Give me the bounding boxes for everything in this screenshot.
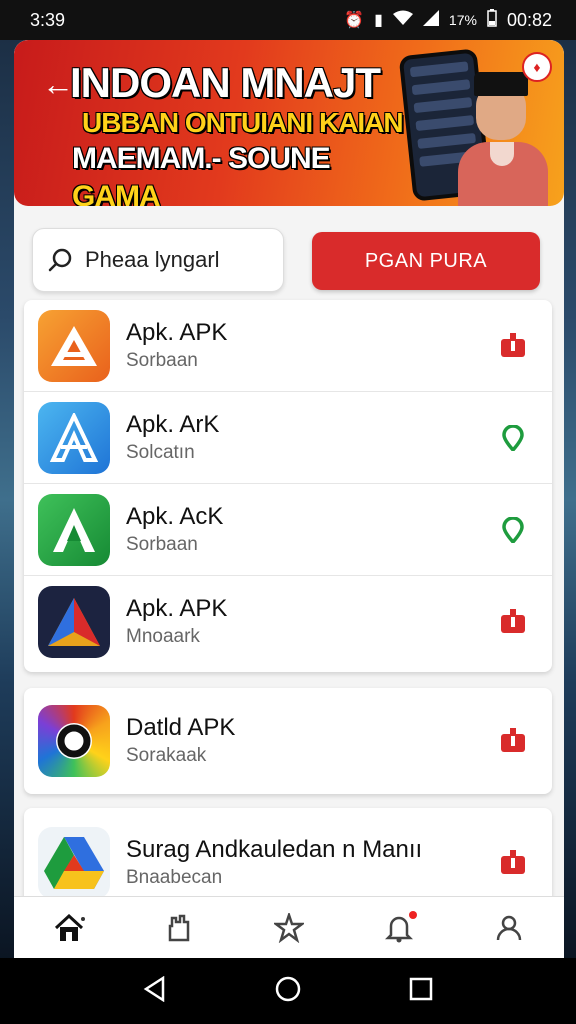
blue-a-logo-icon xyxy=(38,401,110,474)
banner-line-1: INDOAN MNAJT xyxy=(70,59,381,106)
banner-badge-icon[interactable]: ♦ xyxy=(522,52,552,82)
banner-line-3-prefix: MAEMAM.- SOUNE xyxy=(72,142,331,175)
app-title: Apk. APK xyxy=(126,318,228,346)
app-title: Datld APK xyxy=(126,714,236,741)
search-text: Pheaa lyngarl xyxy=(85,247,220,272)
bell-icon[interactable] xyxy=(369,903,429,953)
app-list-card: Datld APK Sorakaak xyxy=(24,688,552,794)
bottom-navigation xyxy=(14,896,564,958)
person-illustration xyxy=(454,64,554,206)
star-icon[interactable] xyxy=(259,903,319,953)
search-icon xyxy=(48,248,72,272)
colorful-ring-logo-icon xyxy=(38,705,110,777)
app-title: Surag Andkauledan n Manıı xyxy=(126,836,423,863)
battery-icon xyxy=(487,8,497,32)
app-title: Apk. APK xyxy=(126,595,228,622)
status-bar: 3:39 ⏰ ▮ 17% 00:82 xyxy=(0,0,576,40)
orange-a-logo-icon xyxy=(38,309,110,382)
status-time: 3:39 xyxy=(30,9,66,30)
drive-logo-icon xyxy=(38,827,110,899)
banner-line-3-highlight: GAMA xyxy=(72,180,161,206)
promo-banner[interactable]: ← INDOAN MNAJT UBBAN ONTUIANI KAIAN MAEM… xyxy=(14,40,564,206)
green-location-icon[interactable] xyxy=(498,515,528,545)
system-navigation-bar xyxy=(0,958,576,1024)
alarm-icon: ⏰ xyxy=(344,12,365,29)
app-panel: ← INDOAN MNAJT UBBAN ONTUIANI KAIAN MAEM… xyxy=(14,40,564,958)
app-subtitle: Solcatın xyxy=(126,441,195,463)
app-title: Apk. ArK xyxy=(126,410,220,438)
recents-square-icon[interactable] xyxy=(409,977,433,1006)
vibrate-icon: ▮ xyxy=(374,12,383,29)
red-download-icon[interactable] xyxy=(498,726,528,756)
app-subtitle: Mnoaark xyxy=(126,626,200,647)
app-title: Apk. AcK xyxy=(126,502,224,530)
list-item[interactable]: Apk. ArK Solcatın xyxy=(24,392,552,484)
red-download-icon[interactable] xyxy=(498,607,528,637)
green-a-logo-icon xyxy=(38,493,110,566)
banner-line-2: UBBAN ONTUIANI KAIAN xyxy=(82,107,404,138)
app-subtitle: Sorakaak xyxy=(126,745,207,766)
app-subtitle: Sorbaan xyxy=(126,349,198,371)
hand-icon[interactable] xyxy=(149,903,209,953)
search-input[interactable]: Pheaa lyngarl xyxy=(32,228,284,292)
banner-headline: INDOAN MNAJT UBBAN ONTUIANI KAIAN MAEMAM… xyxy=(70,59,410,207)
signal-icon xyxy=(422,9,439,31)
app-list-card: Apk. APK Sorbaan Apk. ArK Solcatın Apk. … xyxy=(24,300,552,672)
red-download-icon[interactable] xyxy=(498,848,528,878)
back-triangle-icon[interactable] xyxy=(143,975,167,1007)
green-location-icon[interactable] xyxy=(498,423,528,453)
wifi-icon xyxy=(392,10,413,31)
app-subtitle: Sorbaan xyxy=(126,533,198,555)
list-item[interactable]: Datld APK Sorakaak xyxy=(24,688,552,794)
home-circle-icon[interactable] xyxy=(274,975,302,1008)
action-row: Pheaa lyngarl PGAN PURA xyxy=(32,228,542,292)
status-clock: 00:82 xyxy=(506,9,552,30)
banner-line-3: MAEMAM.- SOUNE GAMA xyxy=(72,140,410,206)
red-download-icon[interactable] xyxy=(498,331,528,361)
list-item[interactable]: Apk. APK Mnoaark xyxy=(24,576,552,668)
home-icon[interactable] xyxy=(39,903,99,953)
navy-triangle-logo-icon xyxy=(38,586,110,658)
app-subtitle: Bnaabecan xyxy=(126,867,223,888)
status-icons: ⏰ ▮ 17% 00:82 xyxy=(344,8,552,32)
primary-action-button[interactable]: PGAN PURA xyxy=(312,232,540,290)
profile-icon[interactable] xyxy=(479,903,539,953)
notification-dot xyxy=(409,910,417,919)
battery-percent: 17% xyxy=(448,12,477,28)
list-item[interactable]: Apk. AcK Sorbaan xyxy=(24,484,552,576)
list-item[interactable]: Apk. APK Sorbaan xyxy=(24,300,552,392)
